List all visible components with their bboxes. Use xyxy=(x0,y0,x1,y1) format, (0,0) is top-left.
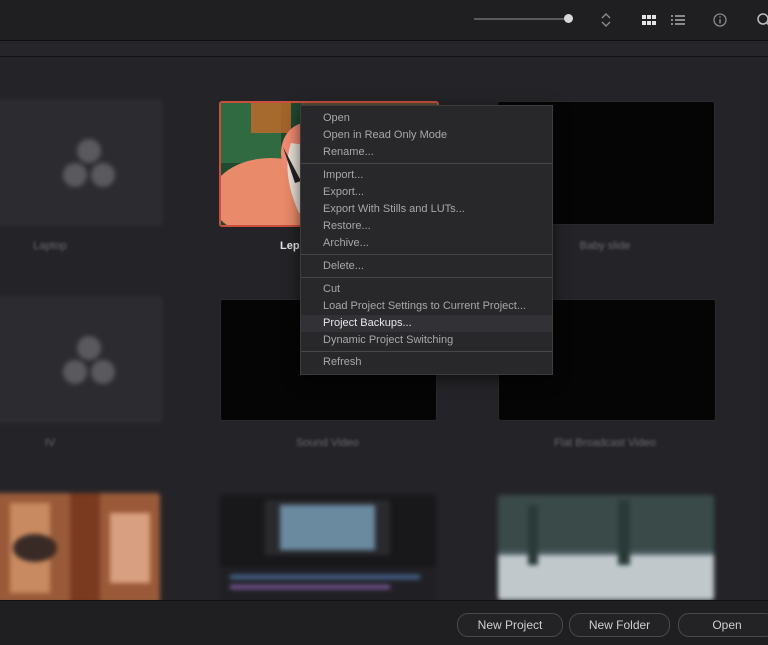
menu-item-archive[interactable]: Archive... xyxy=(301,235,552,252)
menu-item-delete[interactable]: Delete... xyxy=(301,258,552,275)
menu-item-open[interactable]: Open xyxy=(301,110,552,127)
top-toolbar xyxy=(0,0,768,41)
open-button[interactable]: Open xyxy=(678,613,768,637)
project-label: IV xyxy=(44,437,56,449)
menu-item-export-stills-luts[interactable]: Export With Stills and LUTs... xyxy=(301,201,552,218)
project-label: Baby slide xyxy=(579,240,631,252)
thumbnail-size-slider[interactable] xyxy=(474,18,570,20)
project-thumbnail-iv[interactable] xyxy=(0,297,162,422)
path-bar xyxy=(0,41,768,57)
menu-item-import[interactable]: Import... xyxy=(301,167,552,184)
project-label: Flat Broadcast Video xyxy=(554,437,656,449)
project-context-menu: Open Open in Read Only Mode Rename... Im… xyxy=(300,105,553,375)
menu-item-load-project-settings[interactable]: Load Project Settings to Current Project… xyxy=(301,298,552,315)
davinci-logo-icon xyxy=(63,139,115,187)
menu-item-rename[interactable]: Rename... xyxy=(301,144,552,161)
menu-separator xyxy=(301,254,552,255)
menu-separator xyxy=(301,351,552,352)
menu-item-export[interactable]: Export... xyxy=(301,184,552,201)
slider-handle[interactable] xyxy=(564,14,573,23)
sort-icon[interactable] xyxy=(596,10,616,30)
project-thumbnail-row3-1[interactable] xyxy=(0,493,160,600)
menu-item-open-read-only[interactable]: Open in Read Only Mode xyxy=(301,127,552,144)
editor-thumbnail xyxy=(220,495,436,600)
project-thumbnail-row3-2[interactable] xyxy=(220,495,436,600)
grid-view-icon[interactable] xyxy=(639,10,659,30)
project-label: Laptop xyxy=(33,240,67,252)
menu-item-project-backups[interactable]: Project Backups... xyxy=(301,315,552,332)
list-view-icon[interactable] xyxy=(668,10,688,30)
search-icon[interactable] xyxy=(754,10,768,30)
menu-item-dynamic-project-switching[interactable]: Dynamic Project Switching xyxy=(301,332,552,349)
menu-item-cut[interactable]: Cut xyxy=(301,281,552,298)
info-icon[interactable] xyxy=(710,10,730,30)
project-thumbnail-row3-3[interactable] xyxy=(498,495,714,600)
forest-thumbnail xyxy=(498,495,714,600)
menu-separator xyxy=(301,277,552,278)
menu-item-restore[interactable]: Restore... xyxy=(301,218,552,235)
new-folder-button[interactable]: New Folder xyxy=(569,613,670,637)
architecture-thumbnail xyxy=(0,493,160,600)
menu-separator xyxy=(301,163,552,164)
new-project-button[interactable]: New Project xyxy=(457,613,563,637)
project-thumbnail-laptop[interactable] xyxy=(0,100,162,225)
davinci-logo-icon xyxy=(63,336,115,384)
project-label: Sound Video xyxy=(296,437,359,449)
project-label: Lep xyxy=(280,240,300,252)
menu-item-refresh[interactable]: Refresh xyxy=(301,354,552,371)
